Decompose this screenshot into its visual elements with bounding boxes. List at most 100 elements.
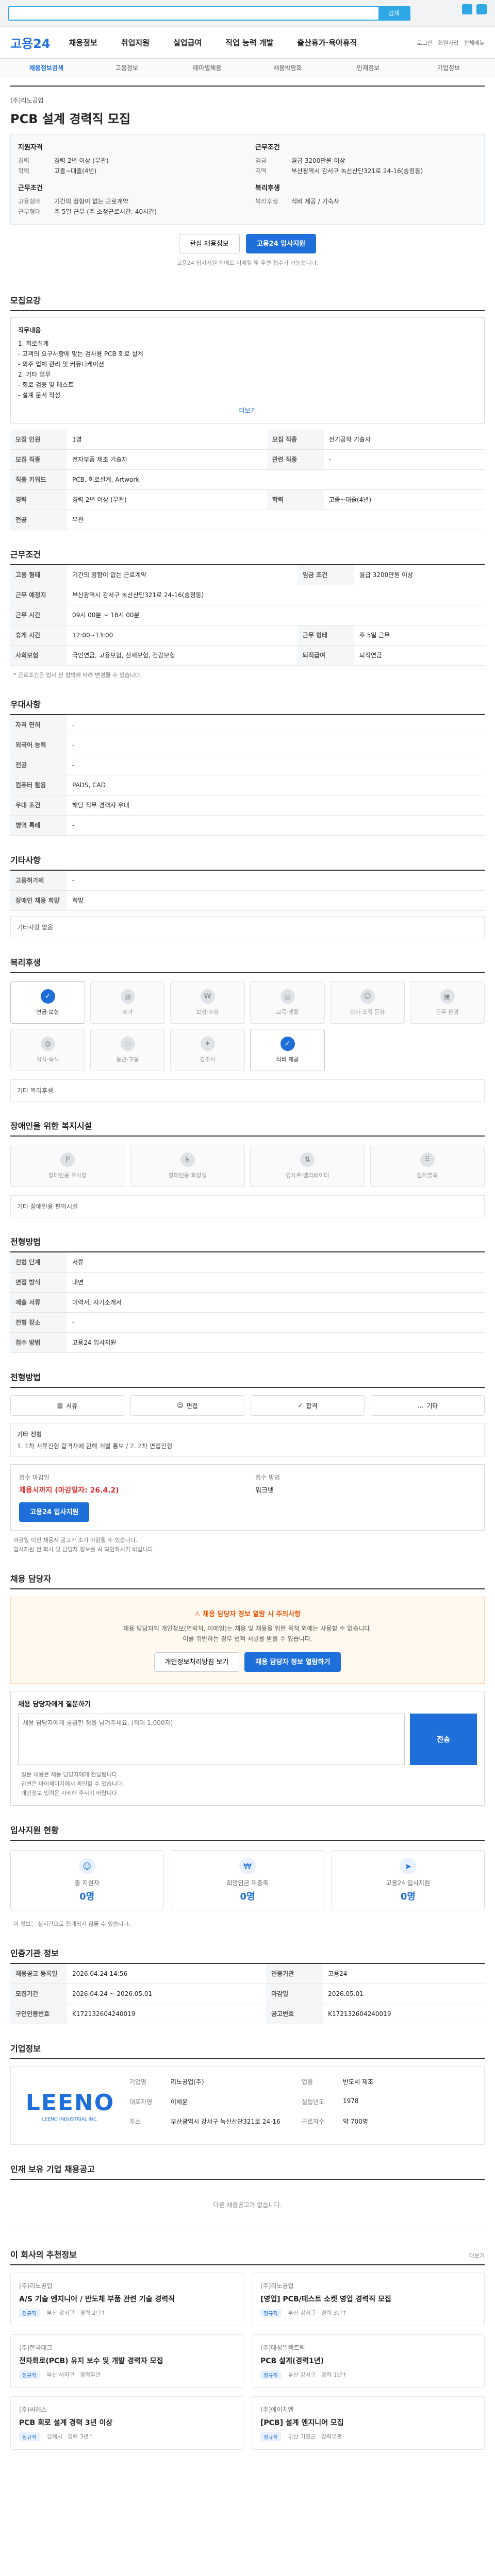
subnav-item[interactable]: 채용박람회 <box>248 63 328 72</box>
rec-company: (주)씨에스 <box>19 2406 47 2413</box>
warning-line: 마감일 이전 채용시 공고가 조기 마감될 수 있습니다. <box>13 1537 138 1544</box>
process-warnings: 마감일 이전 채용시 공고가 조기 마감될 수 있습니다. 입사지원 전 회사 … <box>10 1536 485 1554</box>
apply-button[interactable]: 고용24 입사지원 <box>245 234 317 253</box>
process-step: ▤ 서류 <box>10 1395 124 1416</box>
rec-title[interactable]: 전자회로(PCB) 유지 보수 및 개발 경력자 모집 <box>19 2356 235 2366</box>
company-name[interactable]: (주)리노공업 <box>10 96 485 105</box>
view-contact-button[interactable]: 채용 담당자 정보 열람하기 <box>244 1652 341 1672</box>
gnb-menu-item[interactable]: 직업 능력 개발 <box>225 37 273 48</box>
rec-title[interactable]: A/S 기술 엔지니어 / 반도체 부품 관련 기술 경력직 <box>19 2294 235 2304</box>
cell-header: 고용허가제 <box>10 871 67 891</box>
recommend-card[interactable]: (주)리노공업 [영업] PCB/테스트 소켓 영업 경력직 모집 정규직 부산 강서… <box>252 2273 485 2326</box>
notice-line: 이를 위반하는 경우 법적 처벌을 받을 수 있습니다. <box>183 1635 312 1642</box>
section-title: 이 회사의 추천정보 <box>10 2250 77 2260</box>
info-table: 채용공고 등록일 2026.04.24 14:56 인증기관 고용24 모집기간 202… <box>10 1964 485 2024</box>
cell-header: 직종 키워드 <box>10 469 67 490</box>
step-label: 기타 <box>426 1402 438 1410</box>
rec-company: (주)에이치엔 <box>260 2406 294 2413</box>
facility-item: ♿ 장애인용 화장실 <box>130 1145 245 1187</box>
recruit-heading: 지원자격 <box>18 144 43 151</box>
meta-key: 주소 <box>129 2118 141 2126</box>
cell-value: 부산광역시 강서구 녹산산단321로 24-16(송정동) <box>67 585 485 605</box>
stat-label: 희망임금 미충족 <box>226 1879 269 1887</box>
stat-card: ➤ 고용24 입사지원 0명 <box>331 1850 485 1910</box>
recommend-card[interactable]: (주)에이치엔 [PCB] 설계 엔지니어 모집 정규직 부산 기장군 경력무관 <box>252 2396 485 2450</box>
welfare-item: ▦ 휴가 <box>90 981 165 1024</box>
signup-link[interactable]: 회원가입 <box>438 39 458 47</box>
cell-value: 09시 00분 ~ 18시 00분 <box>67 605 485 625</box>
welfare-label: 식사·숙식 <box>36 1056 59 1063</box>
rec-company: (주)한국테크 <box>19 2344 53 2351</box>
cell-value: 전자부품 제조 기술자 <box>67 449 267 470</box>
all-menu-link[interactable]: 전체메뉴 <box>464 39 485 47</box>
sub-nav: 채용정보검색 고용정보 테마별채용 채용박람회 인재정보 기업정보 <box>0 59 495 77</box>
rec-title[interactable]: [PCB] 설계 엔지니어 모집 <box>260 2418 476 2428</box>
screening-section: 전형방법 전형 단계 서류 면접 방식 대면 제출 서류 이력서, 자기소개서 전형 … <box>10 1235 485 1353</box>
meta-key: 대표자명 <box>129 2098 153 2106</box>
duty-title: 직무내용 <box>18 327 41 334</box>
contact-notice-box: ⚠ 채용 담당자 정보 열람 시 주의사항 채용 담당자의 개인정보(연락처, … <box>10 1597 485 1684</box>
bullet-line: 답변은 마이페이지에서 확인할 수 있습니다. <box>21 1781 124 1787</box>
recommend-card[interactable]: (주)리노공업 A/S 기술 엔지니어 / 반도체 부품 관련 기술 경력직 정규직… <box>10 2273 243 2326</box>
qualification-table: 자격 면허 - 외국어 능력 - 전공 - 컴퓨터 활용 PADS, CAD 우대 조건… <box>10 715 485 836</box>
more-button[interactable]: 더보기 <box>18 405 477 416</box>
subnav-item[interactable]: 채용정보검색 <box>6 63 87 72</box>
login-link[interactable]: 로그인 <box>417 39 433 47</box>
cell-value: 12:00~13:00 <box>67 625 298 646</box>
cell-header: 관련 직종 <box>267 449 324 470</box>
send-button[interactable]: 전송 <box>410 1714 477 1765</box>
gnb-menu-item[interactable]: 취업지원 <box>121 37 150 48</box>
gnb-menu-item[interactable]: 실업급여 <box>173 37 202 48</box>
contact-notice-title-text: 채용 담당자 정보 열람 시 주의사항 <box>203 1611 301 1618</box>
kv-key: 지역 <box>255 167 267 175</box>
welfare-item: ▣ 근무 환경 <box>410 981 485 1024</box>
section-title: 모집요강 <box>10 294 485 311</box>
notice-line: 채용 담당자의 개인정보(연락처, 이메일)는 채용 및 채용을 위한 목적 외… <box>123 1625 372 1632</box>
facility-item: P 장애인용 주차장 <box>10 1145 125 1187</box>
user-icon: ☺ <box>78 1858 95 1874</box>
gnb-menu-item[interactable]: 출산휴가·육아휴직 <box>297 37 357 48</box>
recruit-detail-section: 모집요강 직무내용 1. 회로설계 - 고객의 요구사항에 맞는 검사용 PCB… <box>10 294 485 530</box>
rec-title[interactable]: [영업] PCB/테스트 소켓 영업 경력직 모집 <box>260 2294 476 2304</box>
welfare-label: 교육·생활 <box>276 1009 299 1015</box>
search-input[interactable] <box>9 7 378 20</box>
menu-icon[interactable] <box>462 4 472 14</box>
welfare-label: 경조사 <box>200 1056 216 1063</box>
cell-header: 전공 <box>10 755 67 775</box>
cell-value: - <box>323 449 485 470</box>
cell-value: 해당 직무 경력자 우대 <box>67 795 485 816</box>
recommend-card[interactable]: (주)대성일렉트릭 PCB 설계(경력1년) 정규직 부산 강서구 경력 1년↑ <box>252 2334 485 2388</box>
kv-key: 학력 <box>18 167 30 175</box>
kv-value: 월급 3200만원 이상 <box>291 157 345 164</box>
subnav-item[interactable]: 인재정보 <box>328 63 408 72</box>
subnav-item[interactable]: 고용정보 <box>87 63 167 72</box>
search-button[interactable]: 검색 <box>378 7 409 20</box>
rec-title[interactable]: PCB 회로 설계 경력 3년 이상 <box>19 2418 235 2428</box>
send-icon: ➤ <box>400 1858 417 1874</box>
job-summary: (주)리노공업 PCB 설계 경력직 모집 지원자격 경력 경력 2년 이상 (무… <box>10 86 485 276</box>
process-step: ✓ 합격 <box>251 1395 365 1416</box>
gnb-menu-item[interactable]: 채용정보 <box>69 37 97 48</box>
cell-header: 모집 직종 <box>267 430 324 450</box>
apply-button-bottom[interactable]: 고용24 입사지원 <box>19 1502 90 1522</box>
welfare-item: ₩ 보상·수당 <box>170 981 245 1024</box>
interest-button[interactable]: 관심 채용정보 <box>178 234 240 253</box>
meta-value: 반도체 제조 <box>343 2078 374 2086</box>
rec-company: (주)대성일렉트릭 <box>260 2344 305 2351</box>
recommend-card[interactable]: (주)한국테크 전자회로(PCB) 유지 보수 및 개발 경력자 모집 정규직 부산 … <box>10 2334 243 2388</box>
rec-title[interactable]: PCB 설계(경력1년) <box>260 2356 476 2366</box>
question-input[interactable] <box>18 1714 405 1765</box>
recommend-more-link[interactable]: 더보기 <box>469 2251 485 2260</box>
step-label: 면접 <box>186 1402 198 1410</box>
site-logo[interactable]: 고용24 <box>10 33 51 52</box>
welfare-label: 근무 환경 <box>436 1009 459 1015</box>
rec-meta: 경력무관 <box>79 2371 101 2378</box>
privacy-policy-button[interactable]: 개인정보처리방침 보기 <box>154 1652 240 1672</box>
recommend-card[interactable]: (주)씨에스 PCB 회로 설계 경력 3년 이상 정규직 김해시 경력 3년↑ <box>10 2396 243 2450</box>
settings-icon[interactable] <box>476 4 487 14</box>
company-meta: 기업명 리노공업(주) 업종 반도체 제조 대표자명 이채윤 설립년도 1978 주소 부… <box>129 2077 474 2134</box>
subnav-item[interactable]: 테마별채용 <box>167 63 248 72</box>
gift-icon: ✦ <box>200 1037 215 1051</box>
global-nav: 고용24 채용정보 취업지원 실업급여 직업 능력 개발 출산휴가·육아휴직 로… <box>0 27 495 59</box>
subnav-item[interactable]: 기업정보 <box>408 63 489 72</box>
